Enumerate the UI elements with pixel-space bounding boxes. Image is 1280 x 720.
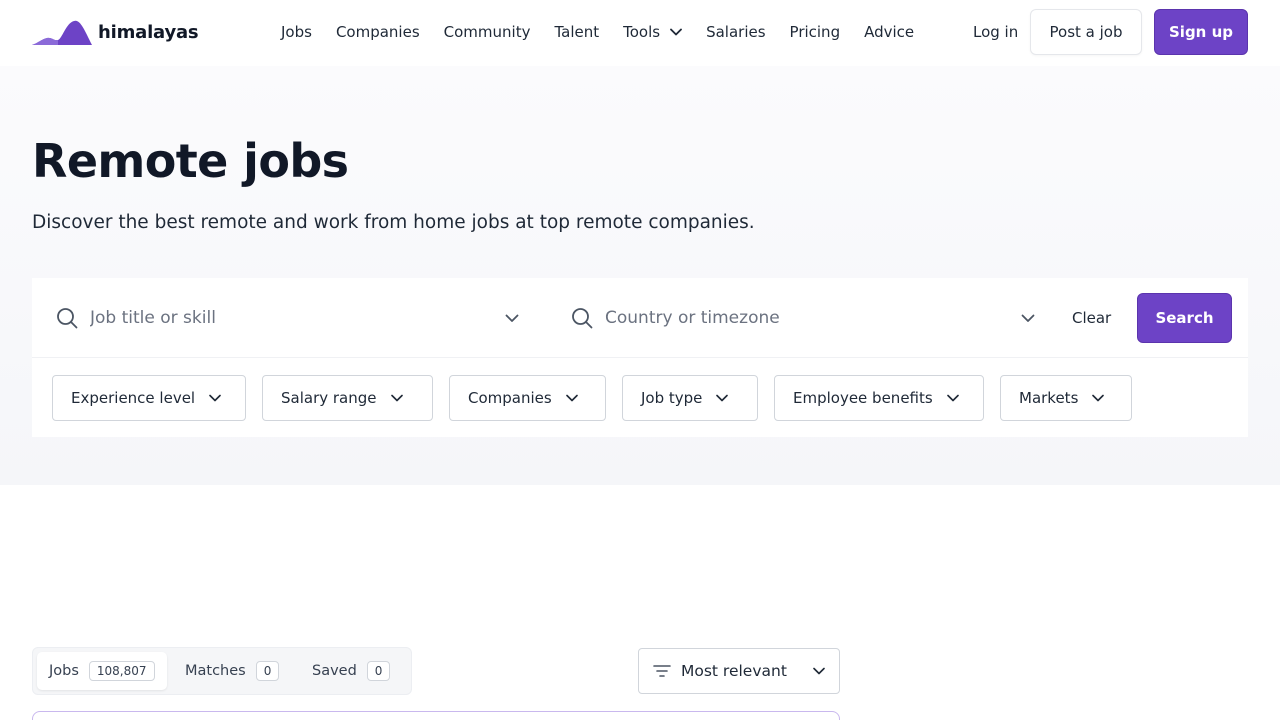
page-subtitle: Discover the best remote and work from h…	[32, 212, 755, 233]
chevron-down-icon	[1092, 394, 1105, 402]
location-search-field[interactable]	[548, 294, 1064, 342]
signup-button[interactable]: Sign up	[1154, 9, 1248, 55]
search-panel: Clear Search Experience level Salary ran…	[32, 278, 1248, 437]
nav-jobs[interactable]: Jobs	[281, 20, 312, 44]
nav-salaries[interactable]: Salaries	[706, 20, 765, 44]
nav-companies[interactable]: Companies	[336, 20, 420, 44]
sort-dropdown[interactable]: Most relevant	[638, 648, 840, 694]
filter-markets[interactable]: Markets	[1000, 375, 1132, 421]
site-header: himalayas Jobs Companies Community Talen…	[0, 0, 1280, 66]
tab-saved[interactable]: Saved 0	[312, 652, 391, 690]
clear-button[interactable]: Clear	[1072, 306, 1111, 330]
search-icon	[572, 308, 593, 329]
login-link[interactable]: Log in	[973, 20, 1018, 44]
brand-name: himalayas	[98, 21, 199, 43]
filter-label: Salary range	[281, 389, 377, 407]
search-row: Clear Search	[32, 278, 1248, 358]
filter-companies[interactable]: Companies	[449, 375, 606, 421]
job-search-field[interactable]	[32, 294, 548, 342]
mountain-logo-icon	[32, 20, 92, 45]
chevron-down-icon	[209, 394, 221, 402]
matches-count-badge: 0	[255, 661, 280, 681]
nav-tools[interactable]: Tools	[623, 20, 682, 44]
nav-community[interactable]: Community	[444, 20, 531, 44]
sort-label: Most relevant	[681, 662, 787, 680]
chevron-down-icon[interactable]	[505, 314, 519, 323]
page-title: Remote jobs	[32, 134, 349, 188]
location-search-input[interactable]	[605, 308, 985, 328]
job-list-tabs: Jobs 108,807 Matches 0 Saved 0	[32, 647, 412, 695]
filter-employee-benefits[interactable]: Employee benefits	[774, 375, 984, 421]
job-card[interactable]	[32, 711, 840, 720]
main-nav: Jobs Companies Community Talent Tools Sa…	[281, 20, 938, 44]
tab-jobs[interactable]: Jobs 108,807	[37, 652, 167, 690]
filter-experience-level[interactable]: Experience level	[52, 375, 246, 421]
search-button[interactable]: Search	[1137, 293, 1232, 343]
filter-label: Markets	[1019, 389, 1079, 407]
chevron-down-icon	[813, 667, 825, 675]
filter-label: Job type	[641, 389, 703, 407]
jobs-count-badge: 108,807	[88, 661, 155, 681]
job-search-input[interactable]	[90, 308, 470, 328]
filter-label: Companies	[468, 389, 552, 407]
saved-count-badge: 0	[366, 661, 391, 681]
tab-label: Matches	[185, 663, 246, 679]
filter-salary-range[interactable]: Salary range	[262, 375, 433, 421]
tab-label: Jobs	[49, 663, 79, 679]
nav-advice[interactable]: Advice	[864, 20, 914, 44]
filter-label: Employee benefits	[793, 389, 933, 407]
post-job-button[interactable]: Post a job	[1030, 9, 1142, 55]
chevron-down-icon	[670, 28, 682, 36]
nav-pricing[interactable]: Pricing	[790, 20, 841, 44]
hero-section: Remote jobs Discover the best remote and…	[0, 66, 1280, 485]
chevron-down-icon	[716, 394, 729, 402]
chevron-down-icon	[390, 394, 403, 402]
filter-job-type[interactable]: Job type	[622, 375, 758, 421]
nav-talent[interactable]: Talent	[554, 20, 599, 44]
chevron-down-icon	[565, 394, 578, 402]
filter-lines-icon	[653, 665, 671, 677]
chevron-down-icon[interactable]	[1021, 314, 1035, 323]
filter-label: Experience level	[71, 389, 196, 407]
search-icon	[57, 308, 78, 329]
chevron-down-icon	[946, 394, 959, 402]
tab-label: Saved	[312, 663, 357, 679]
nav-tools-label: Tools	[623, 23, 661, 41]
brand-logo[interactable]: himalayas	[32, 18, 199, 46]
tab-matches[interactable]: Matches 0	[185, 652, 280, 690]
